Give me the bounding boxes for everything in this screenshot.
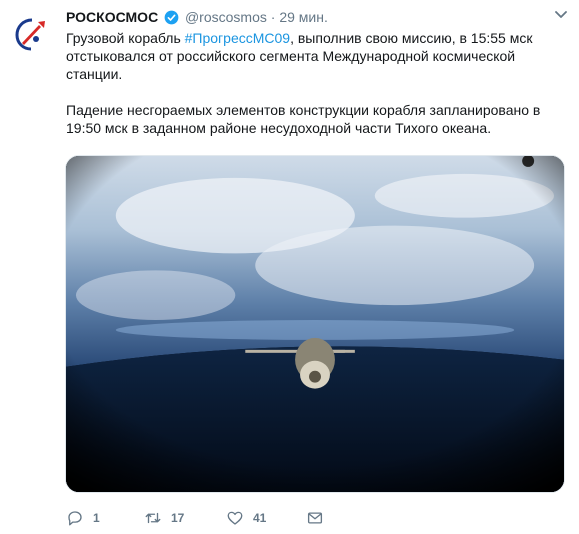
- retweet-button[interactable]: 17: [144, 507, 184, 529]
- hashtag-link[interactable]: #ПрогрессМС09: [185, 30, 290, 46]
- retweet-icon: [145, 512, 161, 524]
- tweet-paragraph-1: Грузовой корабль #ПрогрессМС09, выполнив…: [66, 29, 566, 83]
- roscosmos-logo-icon: [10, 12, 54, 56]
- tweet-photo[interactable]: [65, 155, 565, 493]
- reply-count: 1: [93, 511, 100, 525]
- like-count: 41: [253, 511, 267, 525]
- text-prefix: Грузовой корабль: [66, 30, 185, 46]
- reply-icon: [68, 511, 82, 526]
- separator-dot: ·: [270, 9, 276, 25]
- verified-badge-icon: [164, 10, 179, 25]
- timestamp[interactable]: 29 мин.: [279, 9, 328, 25]
- avatar[interactable]: [10, 12, 54, 56]
- direct-message-button[interactable]: [306, 507, 324, 529]
- tweet[interactable]: РОСКОСМОС @roscosmos · 29 мин. Грузовой …: [0, 0, 579, 534]
- chevron-down-icon[interactable]: [555, 10, 567, 20]
- like-button[interactable]: 41: [226, 507, 266, 529]
- author-name[interactable]: РОСКОСМОС: [66, 9, 158, 25]
- tweet-paragraph-2: Падение несгораемых элементов конструкци…: [66, 102, 541, 136]
- tweet-actions: 1 17 41: [66, 507, 486, 529]
- tweet-header: РОСКОСМОС @roscosmos · 29 мин.: [66, 8, 569, 26]
- author-handle[interactable]: @roscosmos: [185, 9, 267, 25]
- tweet-text: Грузовой корабль #ПрогрессМС09, выполнив…: [66, 29, 566, 137]
- reply-button[interactable]: 1: [66, 507, 100, 529]
- earth-spacecraft-photo: [66, 156, 564, 492]
- envelope-icon: [307, 512, 323, 524]
- retweet-count: 17: [171, 511, 185, 525]
- heart-icon: [227, 511, 243, 525]
